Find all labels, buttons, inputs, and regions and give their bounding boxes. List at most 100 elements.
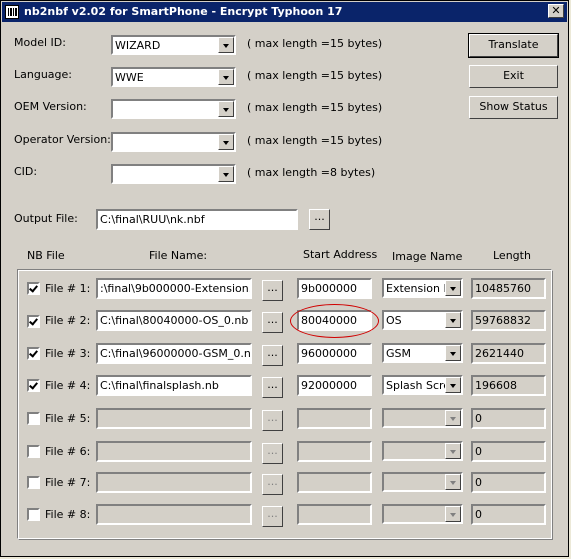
file-2-address[interactable]: 80040000	[297, 310, 372, 331]
file-4-label: File # 4:	[45, 379, 91, 392]
file-3-label: File # 3:	[45, 347, 91, 360]
oem-version-hint: ( max length =15 bytes)	[247, 101, 383, 114]
file-6-label: File # 6:	[45, 445, 91, 458]
file-5-path[interactable]	[96, 408, 252, 429]
file-8-address[interactable]	[297, 504, 372, 525]
file-3-checkbox[interactable]	[27, 347, 40, 360]
col-nb-file: NB File	[27, 249, 65, 262]
file-2-image: OS	[386, 314, 402, 327]
file-7-address[interactable]	[297, 472, 372, 493]
chevron-down-icon[interactable]	[445, 280, 461, 296]
file-7-path[interactable]	[96, 472, 252, 493]
chevron-down-icon[interactable]	[445, 506, 461, 522]
model-id-combo[interactable]: WIZARD	[111, 35, 236, 55]
file-4-address[interactable]: 92000000	[297, 375, 372, 396]
file-6-path[interactable]	[96, 441, 252, 462]
file-1-browse[interactable]: ...	[262, 280, 283, 301]
file-7-label: File # 7:	[45, 476, 91, 489]
file-7-image-combo[interactable]	[382, 472, 463, 492]
file-3-address[interactable]: 96000000	[297, 343, 372, 364]
file-3-browse[interactable]: ...	[262, 345, 283, 366]
file-7-browse[interactable]: ...	[262, 474, 283, 495]
exit-button[interactable]: Exit	[469, 65, 558, 88]
file-1-label: File # 1:	[45, 282, 91, 295]
file-4-browse[interactable]: ...	[262, 377, 283, 398]
file-3-path[interactable]: C:\final\96000000-GSM_0.nb	[96, 343, 252, 364]
chevron-down-icon[interactable]	[445, 377, 461, 393]
col-start-address: Start Address	[303, 248, 378, 261]
file-6-checkbox[interactable]	[27, 445, 40, 458]
language-hint: ( max length =15 bytes)	[247, 69, 383, 82]
file-4-length: 196608	[471, 375, 546, 396]
file-5-browse[interactable]: ...	[262, 410, 283, 431]
output-browse-button[interactable]: ...	[309, 209, 330, 230]
oem-version-label: OEM Version:	[14, 100, 87, 113]
file-8-path[interactable]	[96, 504, 252, 525]
file-2-checkbox[interactable]	[27, 315, 40, 328]
file-5-label: File # 5:	[45, 412, 91, 425]
file-1-image-combo[interactable]: Extension R	[382, 278, 463, 298]
chevron-down-icon[interactable]	[445, 345, 461, 361]
file-2-label: File # 2:	[45, 314, 91, 327]
file-8-browse[interactable]: ...	[262, 506, 283, 527]
language-label: Language:	[14, 68, 72, 81]
operator-version-label: Operator Version:	[14, 133, 111, 146]
chevron-down-icon[interactable]	[218, 166, 234, 182]
file-6-image-combo[interactable]	[382, 441, 463, 461]
chevron-down-icon[interactable]	[445, 312, 461, 328]
file-6-browse[interactable]: ...	[262, 443, 283, 464]
file-5-address[interactable]	[297, 408, 372, 429]
file-5-checkbox[interactable]	[27, 412, 40, 425]
chevron-down-icon[interactable]	[218, 69, 234, 85]
language-combo[interactable]: WWE	[111, 67, 236, 87]
close-button[interactable]: ✕	[548, 4, 564, 18]
oem-version-combo[interactable]	[111, 99, 236, 119]
chevron-down-icon[interactable]	[445, 474, 461, 490]
file-7-checkbox[interactable]	[27, 476, 40, 489]
file-2-browse[interactable]: ...	[262, 312, 283, 333]
file-3-length: 2621440	[471, 343, 546, 364]
cid-combo[interactable]	[111, 164, 236, 184]
file-1-path[interactable]: :\final\9b000000-Extension.nb	[96, 278, 252, 299]
file-2-image-combo[interactable]: OS	[382, 310, 463, 330]
show-status-button[interactable]: Show Status	[469, 96, 558, 119]
cid-label: CID:	[14, 165, 38, 178]
file-3-image: GSM	[386, 347, 411, 360]
file-6-length: 0	[471, 441, 546, 462]
model-id-hint: ( max length =15 bytes)	[247, 37, 383, 50]
file-8-length: 0	[471, 504, 546, 525]
file-4-path[interactable]: C:\final\finalsplash.nb	[96, 375, 252, 396]
model-id-label: Model ID:	[14, 36, 66, 49]
chevron-down-icon[interactable]	[218, 37, 234, 53]
col-length: Length	[493, 249, 531, 262]
file-1-length: 10485760	[471, 278, 546, 299]
file-2-length: 59768832	[471, 310, 546, 331]
translate-button[interactable]: Translate	[468, 33, 559, 58]
col-file-name: File Name:	[149, 249, 208, 262]
title-bar[interactable]: nb2nbf v2.02 for SmartPhone - Encrypt Ty…	[2, 2, 567, 22]
file-3-image-combo[interactable]: GSM	[382, 343, 463, 363]
chevron-down-icon[interactable]	[218, 101, 234, 117]
main-window: nb2nbf v2.02 for SmartPhone - Encrypt Ty…	[0, 0, 569, 557]
chevron-down-icon[interactable]	[445, 410, 461, 426]
col-image-name: Image Name	[392, 250, 463, 263]
file-4-checkbox[interactable]	[27, 379, 40, 392]
file-5-image-combo[interactable]	[382, 408, 463, 428]
file-1-image: Extension R	[386, 282, 452, 295]
file-1-address[interactable]: 9b000000	[297, 278, 372, 299]
chevron-down-icon[interactable]	[218, 134, 234, 150]
operator-version-combo[interactable]	[111, 132, 236, 152]
output-file-field[interactable]: C:\final\RUU\nk.nbf	[96, 209, 298, 230]
chevron-down-icon[interactable]	[445, 443, 461, 459]
file-8-image-combo[interactable]	[382, 504, 463, 524]
file-6-address[interactable]	[297, 441, 372, 462]
file-1-checkbox[interactable]	[27, 282, 40, 295]
file-8-checkbox[interactable]	[27, 508, 40, 521]
file-5-length: 0	[471, 408, 546, 429]
output-file-label: Output File:	[14, 212, 78, 225]
file-2-path[interactable]: C:\final\80040000-OS_0.nb	[96, 310, 252, 331]
file-4-image-combo[interactable]: Splash Scre	[382, 375, 463, 395]
model-id-value: WIZARD	[115, 39, 161, 52]
barcode-icon	[5, 5, 19, 19]
cid-hint: ( max length =8 bytes)	[247, 166, 376, 179]
